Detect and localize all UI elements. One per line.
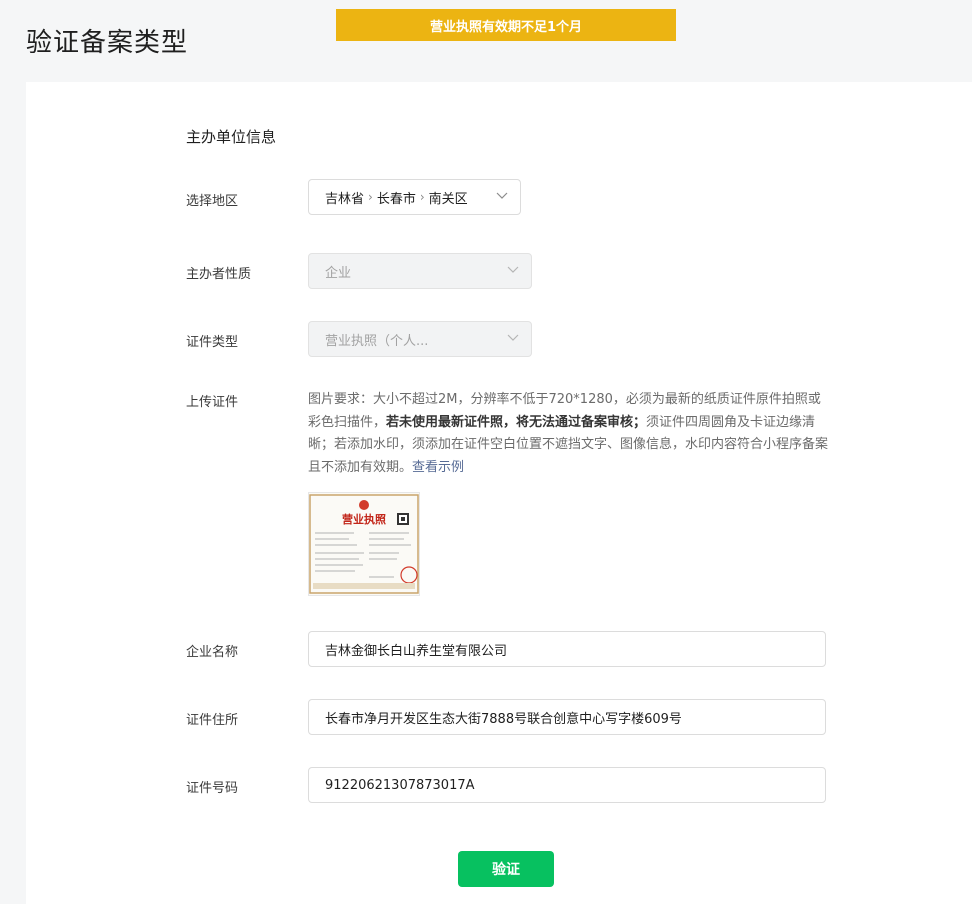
license-image-thumbnail[interactable]: 营业执照 — [308, 492, 420, 596]
section-title: 主办单位信息 — [186, 128, 277, 146]
region-province: 吉林省 — [325, 191, 365, 207]
cert-number-label: 证件号码 — [186, 781, 239, 796]
chevron-down-icon — [496, 192, 508, 202]
region-select[interactable]: 吉林省 › 长春市 › 南关区 — [308, 179, 521, 215]
chevron-right-icon: › — [368, 190, 373, 204]
region-district: 南关区 — [428, 191, 468, 207]
verify-button[interactable]: 验证 — [458, 851, 554, 887]
upload-label: 上传证件 — [186, 395, 239, 410]
license-image-title: 营业执照 — [342, 512, 386, 526]
cert-type-value: 营业执照（个人... — [325, 333, 429, 349]
cert-number-input[interactable]: 91220621307873017A — [308, 767, 826, 803]
region-city: 长春市 — [376, 191, 416, 207]
address-label: 证件住所 — [186, 713, 239, 728]
chevron-down-icon — [507, 334, 519, 344]
organizer-type-select[interactable]: 企业 — [308, 253, 532, 289]
address-input[interactable]: 长春市净月开发区生态大街7888号联合创意中心写字楼609号 — [308, 699, 826, 735]
view-example-link[interactable]: 查看示例 — [412, 460, 464, 475]
upload-requirements: 图片要求：大小不超过2M，分辨率不低于720*1280，必须为最新的纸质证件原件… — [308, 389, 828, 479]
cert-type-select[interactable]: 营业执照（个人... — [308, 321, 532, 357]
company-name-input[interactable]: 吉林金御长白山养生堂有限公司 — [308, 631, 826, 667]
company-name-label: 企业名称 — [186, 645, 239, 660]
license-image: 营业执照 — [309, 493, 419, 595]
chevron-down-icon — [507, 266, 519, 276]
license-expiry-banner: 营业执照有效期不足1个月 — [336, 9, 676, 41]
organizer-type-value: 企业 — [325, 265, 352, 281]
chevron-right-icon: › — [419, 190, 425, 204]
organizer-type-label: 主办者性质 — [186, 267, 252, 282]
cert-type-label: 证件类型 — [186, 335, 239, 350]
page-title: 验证备案类型 — [26, 28, 189, 58]
region-label: 选择地区 — [186, 194, 239, 209]
upload-requirements-warning: 若未使用最新证件照，将无法通过备案审核； — [386, 414, 647, 430]
